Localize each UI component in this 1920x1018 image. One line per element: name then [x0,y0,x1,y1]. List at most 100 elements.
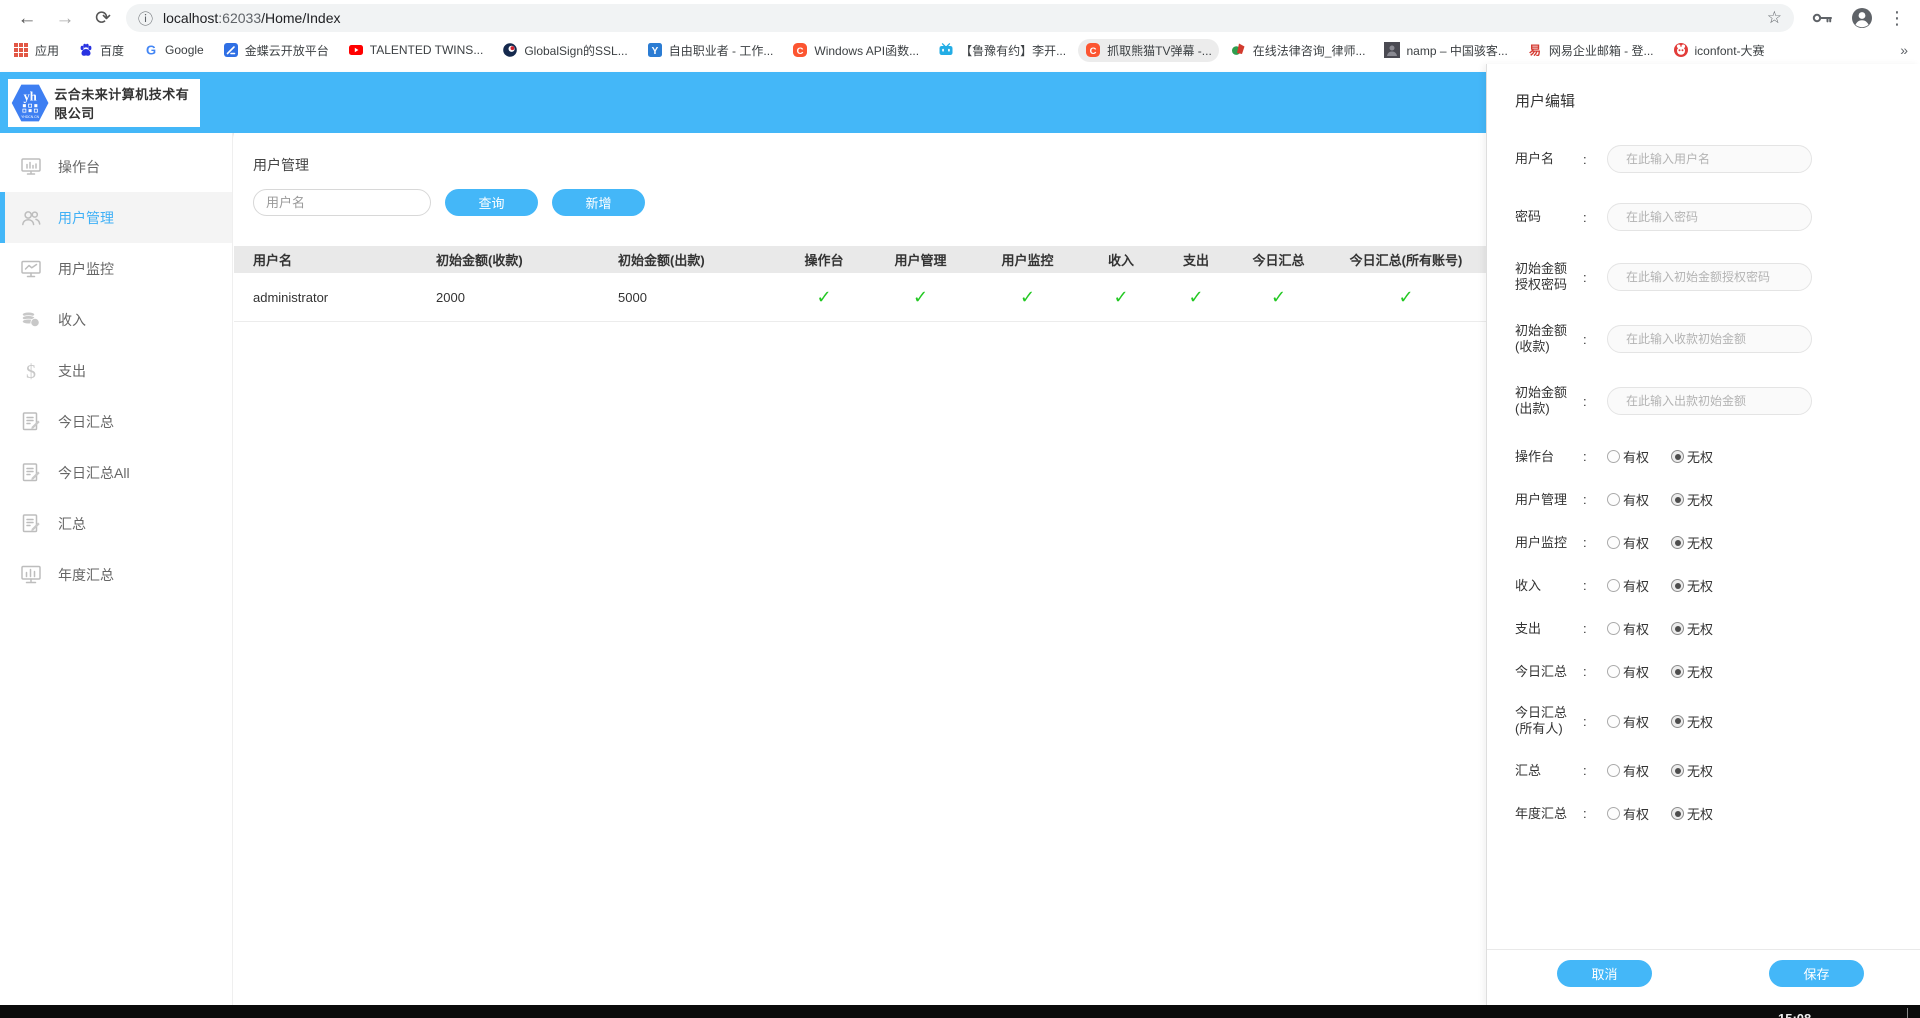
radio-option-label: 有权 [1623,447,1649,466]
sidebar-item-5-report[interactable]: 今日汇总 [0,396,232,447]
bookmark-label: 应用 [35,42,59,59]
panel-field-label: 初始金额(出款) [1515,385,1577,417]
bookmark-item-3[interactable]: 金蝶云开放平台 [216,39,336,62]
sidebar-item-label: 用户监控 [58,259,114,279]
radio-option-label: 有权 [1623,490,1649,509]
bookmark-label: 在线法律咨询_律师... [1253,42,1366,59]
radio-options: 有权 无权 [1607,490,1713,509]
radio-option[interactable]: 无权 [1671,662,1713,681]
panel-field-input-0[interactable] [1607,145,1812,173]
panel-field-input-2[interactable] [1607,263,1812,291]
radio-icon [1671,764,1684,777]
bookmark-star-icon[interactable]: ☆ [1767,8,1782,28]
sidebar-item-4-dollar[interactable]: $支出 [0,345,232,396]
radio-option[interactable]: 无权 [1671,447,1713,466]
search-input[interactable] [253,189,431,216]
radio-option[interactable]: 有权 [1607,576,1649,595]
table-header-cell: 支出 [1161,250,1231,269]
svg-text:C: C [1090,46,1097,57]
bookmark-item-5[interactable]: GlobalSign的SSL... [495,39,634,62]
sidebar-item-3-coins[interactable]: 收入 [0,294,232,345]
bookmark-label: 【鲁豫有约】李开... [960,42,1066,59]
check-icon: ✓ [1113,287,1128,307]
table-cell: 2000 [417,290,599,305]
google-g-icon: G [143,42,159,58]
panel-field-label: 初始金额授权密码 [1515,261,1577,293]
radio-option[interactable]: 无权 [1671,533,1713,552]
info-icon[interactable]: ⓘ [138,8,153,29]
sidebar-item-2-monitor-chart[interactable]: 用户监控 [0,243,232,294]
query-button[interactable]: 查询 [445,189,538,216]
colon-separator: : [1583,806,1591,821]
check-icon: ✓ [1398,287,1413,307]
radio-option-label: 有权 [1623,576,1649,595]
panel-field-input-1[interactable] [1607,203,1812,231]
sidebar-item-0-console[interactable]: 操作台 [0,141,232,192]
bookmark-item-7[interactable]: CWindows API函数... [785,39,926,62]
reload-icon[interactable]: ⟳ [92,9,114,28]
radio-option[interactable]: 无权 [1671,761,1713,780]
radio-option[interactable]: 无权 [1671,490,1713,509]
bookmark-item-1[interactable]: 百度 [71,39,131,62]
url-bar[interactable]: ⓘ localhost:62033/Home/Index ☆ [126,4,1794,32]
radio-icon [1671,807,1684,820]
radio-icon [1671,450,1684,463]
panel-field-row: 初始金额(出款): [1515,385,1920,417]
law-icon [1231,42,1247,58]
radio-option[interactable]: 无权 [1671,712,1713,731]
sidebar-item-7-report[interactable]: 汇总 [0,498,232,549]
bookmark-item-12[interactable]: 易网易企业邮箱 - 登... [1520,39,1661,62]
app-header: yh YHDCN.CN 云合未来计算机技术有限公司 [0,72,1486,133]
bookmark-item-10[interactable]: 在线法律咨询_律师... [1224,39,1373,62]
add-button[interactable]: 新增 [552,189,645,216]
panel-field-input-3[interactable] [1607,325,1812,353]
radio-option[interactable]: 无权 [1671,619,1713,638]
panel-body: 用户名:密码:初始金额授权密码:初始金额(收款):初始金额(出款):操作台:有权… [1515,145,1920,823]
bookmark-item-0[interactable]: 应用 [6,39,66,62]
panel-radio-row-3: 收入:有权无权 [1515,576,1920,595]
bookmark-item-8[interactable]: 【鲁豫有约】李开... [931,39,1073,62]
bookmark-item-2[interactable]: GGoogle [136,39,211,61]
bookmark-item-4[interactable]: TALENTED TWINS... [341,39,491,61]
forward-icon[interactable]: → [54,9,76,28]
radio-option[interactable]: 有权 [1607,662,1649,681]
logo-hexagon-icon: yh YHDCN.CN [11,80,49,126]
panel-radio-label: 用户管理 [1515,492,1577,508]
bookmarks-overflow-icon[interactable]: » [1892,36,1920,63]
radio-option[interactable]: 有权 [1607,619,1649,638]
save-button[interactable]: 保存 [1769,960,1864,987]
bookmark-item-11[interactable]: namp – 中国骇客... [1377,39,1514,62]
profile-avatar-icon[interactable] [1850,6,1874,30]
radio-option[interactable]: 无权 [1671,576,1713,595]
url-port: :62033 [218,10,261,26]
browser-menu-icon[interactable]: ⋮ [1888,8,1906,29]
bookmark-item-13[interactable]: iconfont-大赛 [1666,39,1772,62]
csdn-icon: C [792,42,808,58]
colon-separator: : [1583,492,1591,507]
radio-option[interactable]: 无权 [1671,804,1713,823]
svg-text:$: $ [26,361,36,383]
radio-option[interactable]: 有权 [1607,761,1649,780]
radio-option[interactable]: 有权 [1607,712,1649,731]
check-icon: ✓ [913,287,928,307]
back-icon[interactable]: ← [16,9,38,28]
radio-option[interactable]: 有权 [1607,447,1649,466]
panel-radio-row-6: 今日汇总(所有人):有权无权 [1515,705,1920,737]
key-icon[interactable] [1810,6,1834,30]
bookmark-item-9[interactable]: C抓取熊猫TV弹幕 -... [1078,39,1219,62]
sidebar-item-1-users[interactable]: 用户管理 [0,192,232,243]
radio-option[interactable]: 有权 [1607,533,1649,552]
panel-field-input-4[interactable] [1607,387,1812,415]
cancel-button[interactable]: 取消 [1557,960,1652,987]
radio-option-label: 有权 [1623,533,1649,552]
sidebar-item-6-report[interactable]: 今日汇总All [0,447,232,498]
radio-option-label: 有权 [1623,804,1649,823]
radio-option[interactable]: 有权 [1607,490,1649,509]
sidebar-item-8-annual-chart[interactable]: 年度汇总 [0,549,232,600]
bookmark-item-6[interactable]: Y自由职业者 - 工作... [640,39,781,62]
radio-option-label: 无权 [1687,576,1713,595]
svg-text:Y: Y [651,46,658,57]
radio-option[interactable]: 有权 [1607,804,1649,823]
radio-icon [1607,579,1620,592]
radio-icon [1671,579,1684,592]
